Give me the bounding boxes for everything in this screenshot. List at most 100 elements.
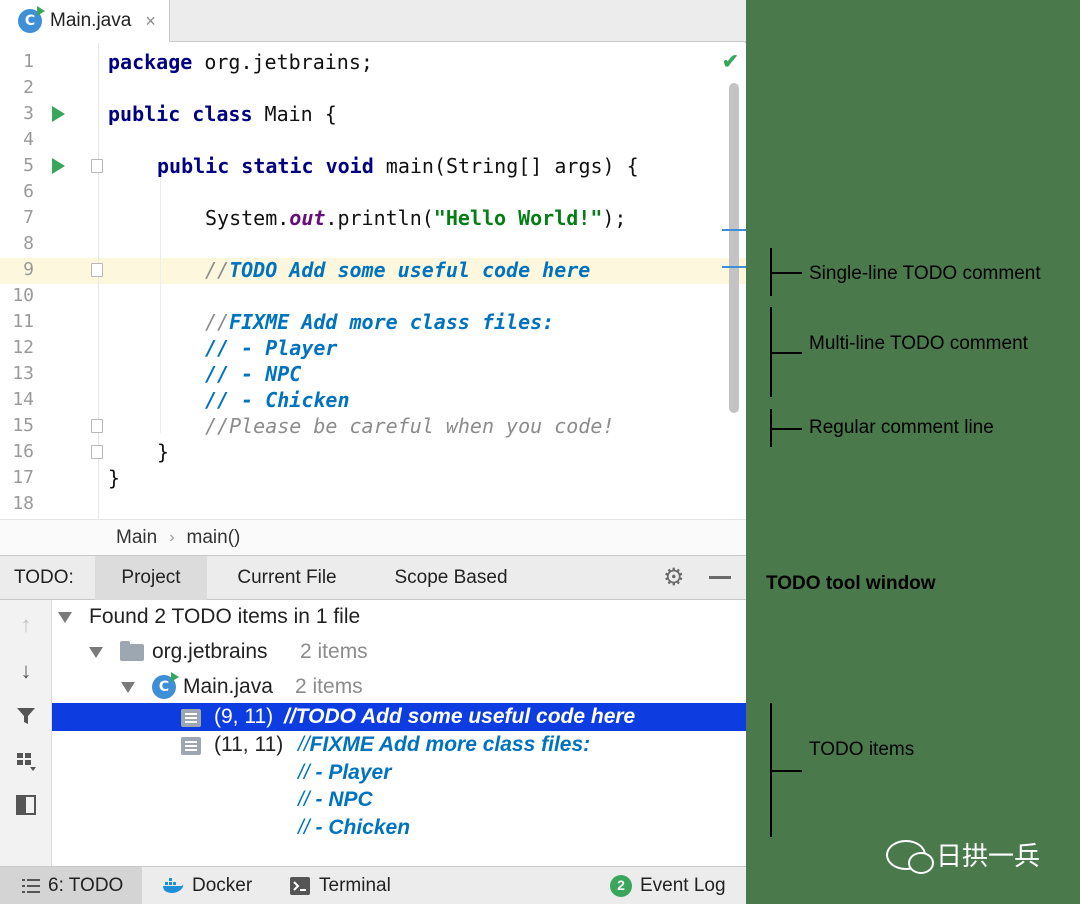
line-number: 8 [23, 233, 34, 254]
todo-location: (9, 11) [214, 705, 274, 728]
code-line: 10 [0, 283, 746, 309]
line-number: 1 [23, 51, 34, 72]
todo-item-continuation: // - Chicken [52, 814, 746, 842]
code-line: 18 [0, 491, 746, 517]
code-line: 14 // - Chicken [0, 387, 746, 413]
line-number: 10 [12, 285, 34, 306]
todo-item[interactable]: (11, 11) //FIXME Add more class files: [52, 731, 746, 759]
code-line: 3 public class Main { [0, 101, 746, 127]
tree-package[interactable]: org.jetbrains 2 items [52, 638, 746, 666]
annotation-bracket [770, 248, 802, 296]
line-number: 16 [12, 441, 34, 462]
line-number: 13 [12, 363, 34, 384]
line-number: 14 [12, 389, 34, 410]
class-icon: C [152, 672, 179, 699]
code-text: } [108, 466, 121, 490]
editor-tab-main-java[interactable]: C Main.java × [0, 0, 170, 42]
annotation-single-line: Single-line TODO comment [809, 263, 1041, 284]
code-line: 1 package org.jetbrains; [0, 49, 746, 75]
close-icon[interactable]: × [145, 11, 156, 32]
chevron-down-icon[interactable] [121, 682, 135, 693]
error-stripe-marker[interactable] [722, 229, 746, 231]
filter-icon[interactable] [13, 703, 39, 729]
tab-scope-based[interactable]: Scope Based [372, 556, 530, 600]
breadcrumb-item-main[interactable]: Main [116, 527, 157, 549]
code-text: // - NPC [205, 362, 302, 386]
preview-icon[interactable] [13, 792, 39, 818]
statusbar-event-log-button[interactable]: 2 Event Log [610, 867, 726, 904]
line-number: 2 [23, 77, 34, 98]
annotation-todo-items: TODO items [809, 739, 915, 760]
code-text: } [157, 440, 170, 464]
code-line: 5 public static void main(String[] args)… [0, 153, 746, 179]
file-count: 2 items [295, 675, 363, 698]
gear-icon[interactable]: ⚙ [663, 565, 685, 591]
folder-icon [120, 641, 144, 661]
tree-file[interactable]: C Main.java 2 items [52, 672, 746, 701]
run-gutter-icon[interactable] [52, 158, 65, 174]
fold-icon[interactable] [91, 263, 103, 277]
todo-item-selected[interactable]: (9, 11) //TODO Add some useful code here [52, 703, 746, 731]
code-line: 9 //TODO Add some useful code here [0, 257, 746, 283]
fold-icon[interactable] [91, 445, 103, 459]
todo-toolwindow-header: TODO: Project Current File Scope Based ⚙ [0, 555, 746, 600]
code-line: 17 } [0, 465, 746, 491]
chevron-down-icon[interactable] [89, 647, 103, 658]
todo-side-toolbar: ↑ ↓ [0, 600, 52, 866]
statusbar-docker-label: Docker [192, 875, 253, 896]
line-number: 4 [23, 129, 34, 150]
wechat-icon [886, 839, 934, 874]
todo-tree: Found 2 TODO items in 1 file org.jetbrai… [52, 600, 746, 866]
line-number: 17 [12, 467, 34, 488]
todo-text: // - Chicken [298, 816, 411, 839]
fold-icon[interactable] [91, 159, 103, 173]
package-name: org.jetbrains [152, 640, 268, 663]
annotation-bracket [770, 703, 802, 837]
list-icon [22, 878, 40, 893]
tab-current-file[interactable]: Current File [214, 556, 360, 600]
annotation-multi-line: Multi-line TODO comment [809, 333, 1028, 354]
code-line: 4 [0, 127, 746, 153]
code-editor[interactable]: 1 package org.jetbrains; 2 3 public clas… [0, 43, 746, 519]
code-line: 16 } [0, 439, 746, 465]
todo-text: //TODO Add some useful code here [284, 705, 636, 728]
line-number: 12 [12, 337, 34, 358]
arrow-up-icon[interactable]: ↑ [13, 612, 39, 638]
tab-project[interactable]: Project [95, 556, 207, 600]
line-number: 3 [23, 103, 34, 124]
todo-text: //FIXME Add more class files: [298, 733, 591, 756]
run-gutter-icon[interactable] [52, 106, 65, 122]
code-line: 15 //Please be careful when you code! [0, 413, 746, 439]
fold-icon[interactable] [91, 419, 103, 433]
line-number: 11 [12, 311, 34, 332]
line-number: 6 [23, 181, 34, 202]
event-count-badge: 2 [610, 874, 632, 897]
code-line: 11 //FIXME Add more class files: [0, 309, 746, 335]
package-count: 2 items [300, 640, 368, 663]
chevron-down-icon[interactable] [58, 612, 72, 623]
line-number: 15 [12, 415, 34, 436]
statusbar-terminal-button[interactable]: Terminal [290, 867, 391, 904]
line-number: 9 [23, 259, 34, 280]
annotation-toolwindow: TODO tool window [766, 573, 936, 594]
minimize-icon[interactable] [709, 576, 731, 579]
group-by-icon[interactable] [13, 748, 39, 774]
breadcrumb-item-method[interactable]: main() [187, 527, 241, 549]
class-icon: C [18, 6, 45, 33]
statusbar-todo-button[interactable]: 6: TODO [0, 867, 142, 904]
tree-root[interactable]: Found 2 TODO items in 1 file [52, 603, 746, 631]
watermark-text: 日拱一兵 [936, 842, 1041, 872]
code-text: package org.jetbrains; [108, 50, 373, 74]
check-icon[interactable]: ✔ [722, 49, 739, 74]
line-number: 7 [23, 207, 34, 228]
editor-scrollbar[interactable] [729, 83, 739, 413]
statusbar-docker-button[interactable]: Docker [162, 867, 252, 904]
arrow-down-icon[interactable]: ↓ [13, 658, 39, 684]
statusbar-todo-label: 6: TODO [48, 875, 124, 896]
found-summary: Found 2 TODO items in 1 file [89, 605, 361, 628]
error-stripe-marker[interactable] [722, 266, 746, 268]
breadcrumb-separator: › [169, 528, 175, 546]
todo-icon [181, 737, 201, 755]
status-bar: 6: TODO Docker Terminal 2 Event Log [0, 866, 746, 904]
annotation-bracket [770, 307, 802, 397]
